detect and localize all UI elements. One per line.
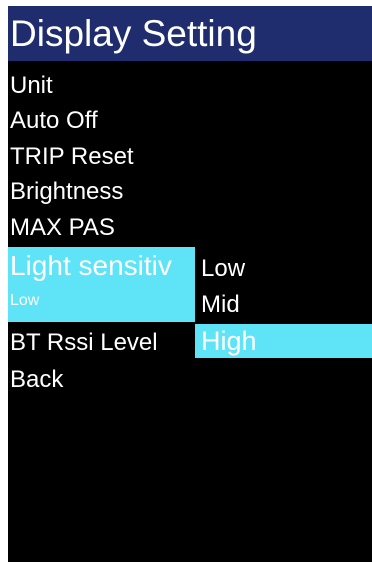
menu-item-unit[interactable]: Unit	[10, 69, 53, 103]
menu-item-trip-reset[interactable]: TRIP Reset	[10, 140, 134, 174]
submenu-option-high[interactable]: High	[195, 324, 372, 358]
menu-item-max-pas[interactable]: MAX PAS	[10, 211, 115, 245]
menu-item-auto-off[interactable]: Auto Off	[10, 104, 98, 138]
menu-item-bt-rssi-level[interactable]: BT Rssi Level	[10, 326, 158, 360]
page-title: Display Setting	[8, 6, 372, 61]
submenu-option-low[interactable]: Low	[195, 252, 372, 286]
device-screen: Display Setting Unit Auto Off TRIP Reset…	[8, 6, 372, 562]
menu-item-light-sensitivity[interactable]: Light sensitiv Low	[8, 247, 195, 322]
menu-item-brightness[interactable]: Brightness	[10, 175, 123, 209]
menu-item-back[interactable]: Back	[10, 363, 63, 397]
submenu-option-mid[interactable]: Mid	[195, 288, 372, 322]
light-sensitivity-submenu: Low Mid High	[195, 250, 372, 366]
light-sensitivity-label: Light sensitiv	[10, 250, 172, 281]
light-sensitivity-current-value: Low	[10, 292, 40, 309]
